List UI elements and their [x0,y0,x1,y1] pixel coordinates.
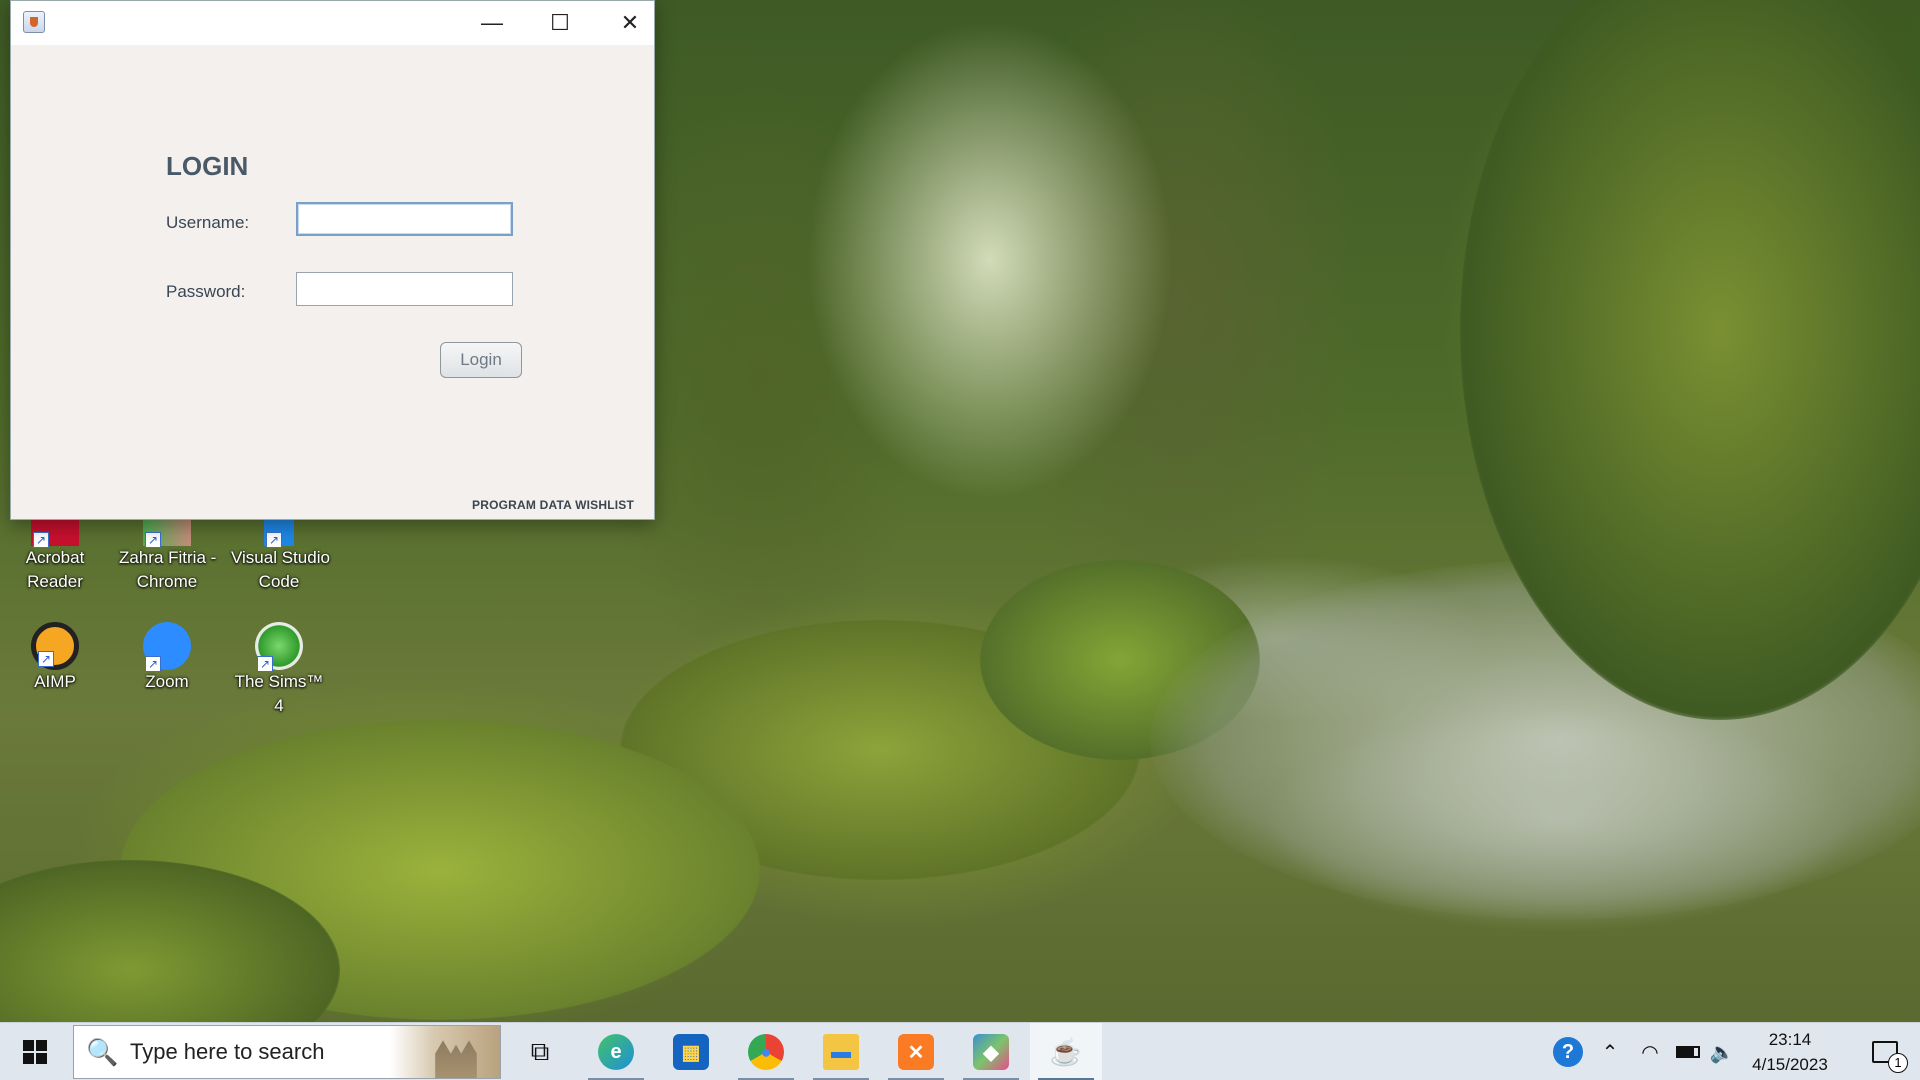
desktop-icon-aimp[interactable]: ↗ AIMP [7,622,103,694]
search-highlight-image [390,1026,500,1078]
battery-icon[interactable] [1668,1023,1708,1080]
acrobat-reader-icon: ↗ [31,516,79,548]
username-label: Username: [166,213,250,232]
window-titlebar[interactable]: — ☐ ✕ [11,1,654,45]
desktop-icon-zoom[interactable]: ↗ Zoom [119,622,215,694]
task-view-button[interactable]: ⧉ [504,1023,576,1080]
java-icon: ☕ [1049,1036,1083,1067]
taskbar: 🔍 Type here to search ⧉ e ▦ ● ▬ ✕ ◆ ☕ ? … [0,1022,1920,1080]
taskbar-app-edge[interactable]: e [580,1023,652,1080]
username-field[interactable] [296,202,513,236]
xampp-icon: ✕ [898,1034,934,1070]
aimp-icon: ↗ [31,622,79,670]
chevron-up-icon[interactable]: ⌃ [1590,1023,1630,1080]
taskbar-app-java[interactable]: ☕ [1030,1023,1102,1080]
notification-button[interactable]: 1 [1855,1023,1915,1080]
desktop-icon-label: Zahra Fitria - Chrome [119,548,217,591]
chrome-profile-icon: ↗ [143,516,191,548]
maximize-button[interactable]: ☐ [525,1,595,45]
clock-date: 4/15/2023 [1752,1055,1828,1074]
zoom-icon: ↗ [143,622,191,672]
desktop-icon-sims[interactable]: ↗ The Sims™ 4 [231,622,327,718]
edge-icon: e [598,1034,634,1070]
task-view-icon: ⧉ [530,1036,550,1066]
clock-time: 23:14 [1768,1030,1812,1049]
search-placeholder: Type here to search [130,1039,325,1064]
desktop-icon-label: Acrobat Reader [25,548,85,591]
taskbar-app-chrome[interactable]: ● [730,1023,802,1080]
close-button[interactable]: ✕ [595,1,665,45]
folder-icon: ▬ [823,1034,859,1070]
desktop-icon-chrome-profile[interactable]: ↗ Zahra Fitria - Chrome [119,516,217,594]
vscode-icon: ↗ [264,516,294,548]
desktop-icon-acrobat-reader[interactable]: ↗ Acrobat Reader [7,516,103,594]
desktop-icon-label: Visual Studio Code [231,548,330,591]
login-button[interactable]: Login [440,342,522,378]
password-field[interactable] [296,272,513,306]
help-icon[interactable]: ? [1547,1023,1589,1080]
minimize-button[interactable]: — [457,1,527,45]
desktop-icon-label: AIMP [34,672,76,691]
password-label: Password: [166,282,246,301]
login-heading: LOGIN [166,151,249,181]
login-window: — ☐ ✕ LOGIN Username: Password: Login PR… [10,0,655,520]
wifi-icon[interactable]: ◠ [1630,1023,1670,1080]
taskbar-app-store[interactable]: ▦ [655,1023,727,1080]
windows-logo-icon [23,1040,47,1064]
taskbar-app-xampp[interactable]: ✕ [880,1023,952,1080]
desktop-icon-vscode[interactable]: ↗ Visual Studio Code [231,516,330,594]
notification-count: 1 [1888,1053,1908,1073]
footer-label: PROGRAM DATA WISHLIST [472,498,634,512]
sims-icon: ↗ [255,622,303,672]
desktop-icon-label: Zoom [145,672,189,691]
notification-icon: 1 [1872,1041,1908,1073]
taskbar-app-virtualbox[interactable]: ◆ [955,1023,1027,1080]
search-box[interactable]: 🔍 Type here to search [73,1025,501,1079]
microsoft-store-icon: ▦ [673,1034,709,1070]
taskbar-app-file-explorer[interactable]: ▬ [805,1023,877,1080]
virtualbox-icon: ◆ [973,1034,1009,1070]
search-icon: 🔍 [86,1036,119,1067]
java-app-icon [23,11,45,33]
start-button[interactable] [0,1023,70,1080]
clock[interactable]: 23:14 4/15/2023 [1725,1027,1855,1077]
chrome-icon: ● [748,1034,784,1070]
desktop-icon-label: The Sims™ 4 [234,672,324,715]
